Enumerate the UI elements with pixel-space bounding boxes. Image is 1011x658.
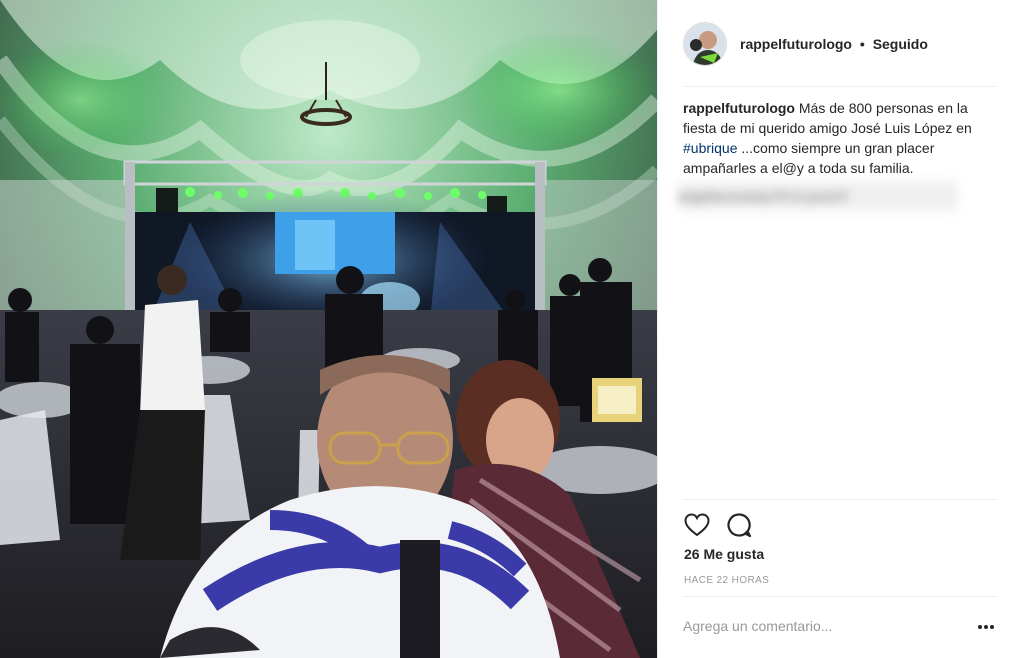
hashtag-link[interactable]: #ubrique bbox=[683, 140, 738, 156]
post-caption: rappelfuturologo Más de 800 personas en … bbox=[683, 98, 1003, 178]
comment-bubble-icon[interactable] bbox=[725, 511, 753, 539]
post-details-panel: rappelfuturologo • Seguido rappelfuturol… bbox=[657, 0, 1011, 658]
comment-input[interactable] bbox=[683, 611, 963, 641]
post-photo[interactable] bbox=[0, 0, 657, 658]
event-photo-image bbox=[0, 0, 657, 658]
actions-divider bbox=[683, 499, 997, 500]
follow-status-button[interactable]: Seguido bbox=[873, 36, 928, 52]
caption-username-link[interactable]: rappelfuturologo bbox=[683, 100, 795, 116]
comment-divider bbox=[683, 596, 997, 597]
header-text: rappelfuturologo • Seguido bbox=[740, 36, 928, 52]
post-timestamp: HACE 22 HORAS bbox=[684, 575, 770, 586]
likes-count[interactable]: 26 Me gusta bbox=[684, 546, 764, 562]
ellipsis-icon[interactable] bbox=[975, 616, 997, 638]
username-link[interactable]: rappelfuturologo bbox=[740, 36, 852, 52]
header-divider bbox=[683, 86, 997, 87]
blurred-comment: angelacoussau76 lo puso!!! bbox=[678, 181, 958, 211]
separator-dot: • bbox=[859, 35, 865, 52]
avatar[interactable] bbox=[683, 21, 727, 66]
post-header: rappelfuturologo • Seguido bbox=[658, 0, 1011, 87]
heart-icon[interactable] bbox=[683, 511, 711, 539]
post-actions bbox=[683, 510, 753, 540]
